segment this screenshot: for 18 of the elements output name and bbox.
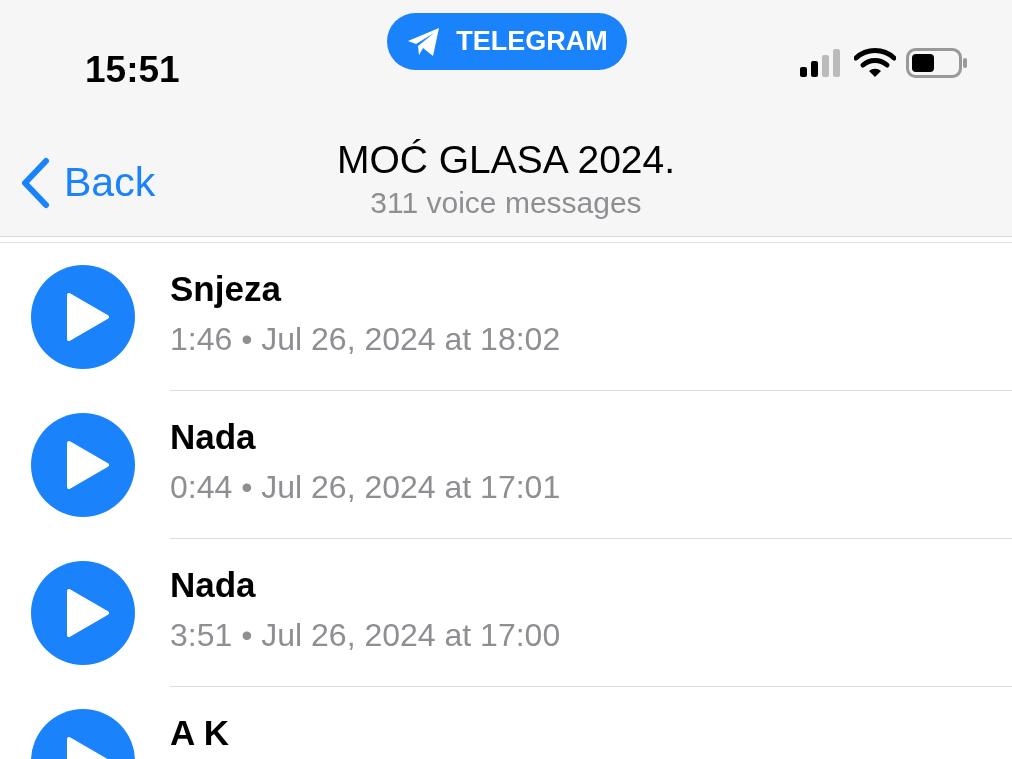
message-info: 3:51 • Jul 26, 2024 at 17:00: [170, 616, 562, 655]
sender-name: Snjeza: [170, 268, 283, 310]
play-icon: [65, 293, 109, 341]
play-icon: [65, 441, 109, 489]
wifi-icon: [854, 48, 896, 78]
battery-icon: [906, 48, 968, 78]
sender-name: Nada: [170, 416, 257, 458]
play-icon: [65, 589, 109, 637]
chat-title: MOĆ GLASA 2024.: [336, 137, 676, 183]
chat-subtitle: 311 voice messages: [370, 185, 642, 221]
status-time: 15:51: [85, 48, 180, 92]
message-info: 0:44 • Jul 26, 2024 at 17:01: [170, 468, 562, 507]
sender-name: Nada: [170, 564, 257, 606]
chevron-left-icon: [20, 156, 50, 209]
message-info: 1:46 • Jul 26, 2024 at 18:02: [170, 320, 562, 359]
app-badge[interactable]: TELEGRAM: [387, 13, 627, 70]
sender-name: A K: [170, 712, 230, 754]
back-button[interactable]: Back: [20, 152, 156, 214]
